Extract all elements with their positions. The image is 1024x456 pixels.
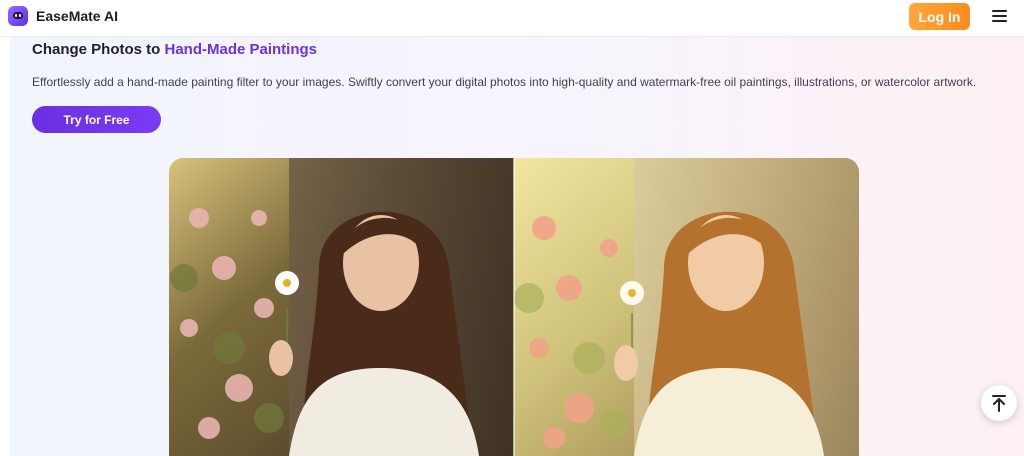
title-prefix: Change Photos to <box>32 41 161 58</box>
title-highlight: Hand-Made Paintings <box>164 41 318 58</box>
brand-name[interactable]: EaseMate AI <box>36 8 118 24</box>
scroll-to-top-button[interactable] <box>981 385 1017 421</box>
arrow-up-to-top-icon <box>992 395 1006 412</box>
before-photo-image <box>169 158 514 456</box>
hamburger-menu-icon[interactable] <box>992 9 1008 23</box>
top-navigation-bar: EaseMate AI Log In <box>0 0 1024 37</box>
login-button[interactable]: Log In <box>909 3 970 30</box>
try-for-free-button[interactable]: Try for Free <box>32 106 161 133</box>
page-title: Change Photos to Hand-Made Paintings <box>32 41 317 58</box>
after-painting-image <box>514 158 859 456</box>
comparison-divider[interactable] <box>513 158 515 456</box>
hero-description: Effortlessly add a hand-made painting fi… <box>32 75 977 89</box>
easemate-logo-icon[interactable] <box>8 6 28 26</box>
before-after-comparison[interactable] <box>169 158 859 456</box>
